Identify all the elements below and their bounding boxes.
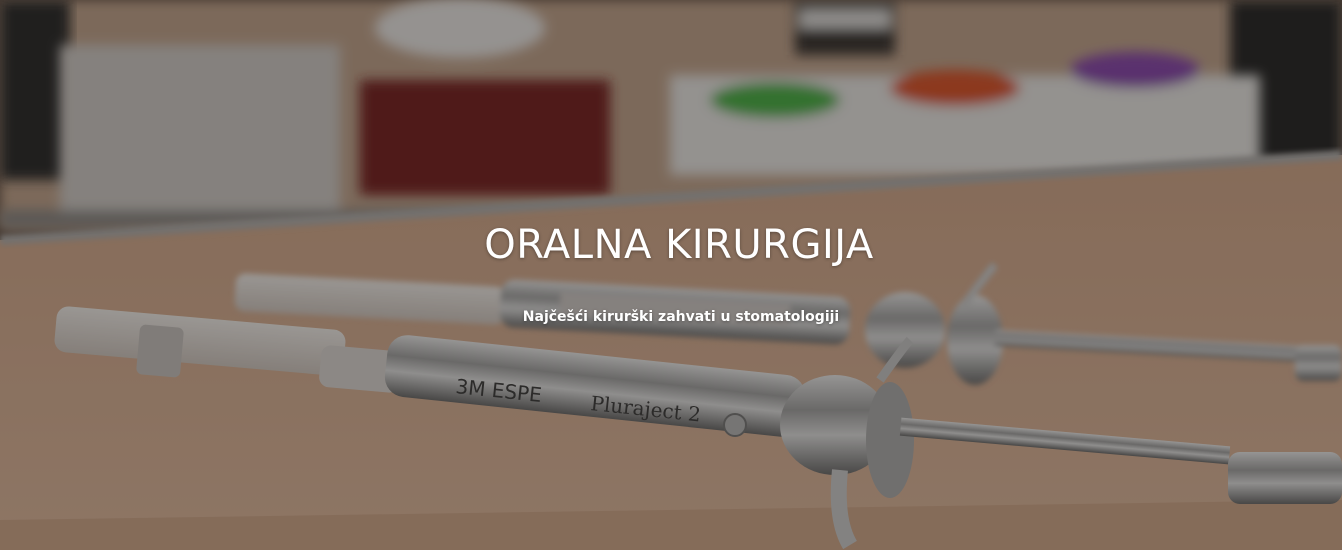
dark-overlay — [0, 0, 1342, 550]
hero-banner: 3M ESPE Pluraject 2 ORALNA KIRURGIJA Naj… — [0, 0, 1342, 550]
page-title: ORALNA KIRURGIJA — [484, 222, 874, 268]
page-subtitle: Najčešći kirurški zahvati u stomatologij… — [522, 309, 840, 325]
